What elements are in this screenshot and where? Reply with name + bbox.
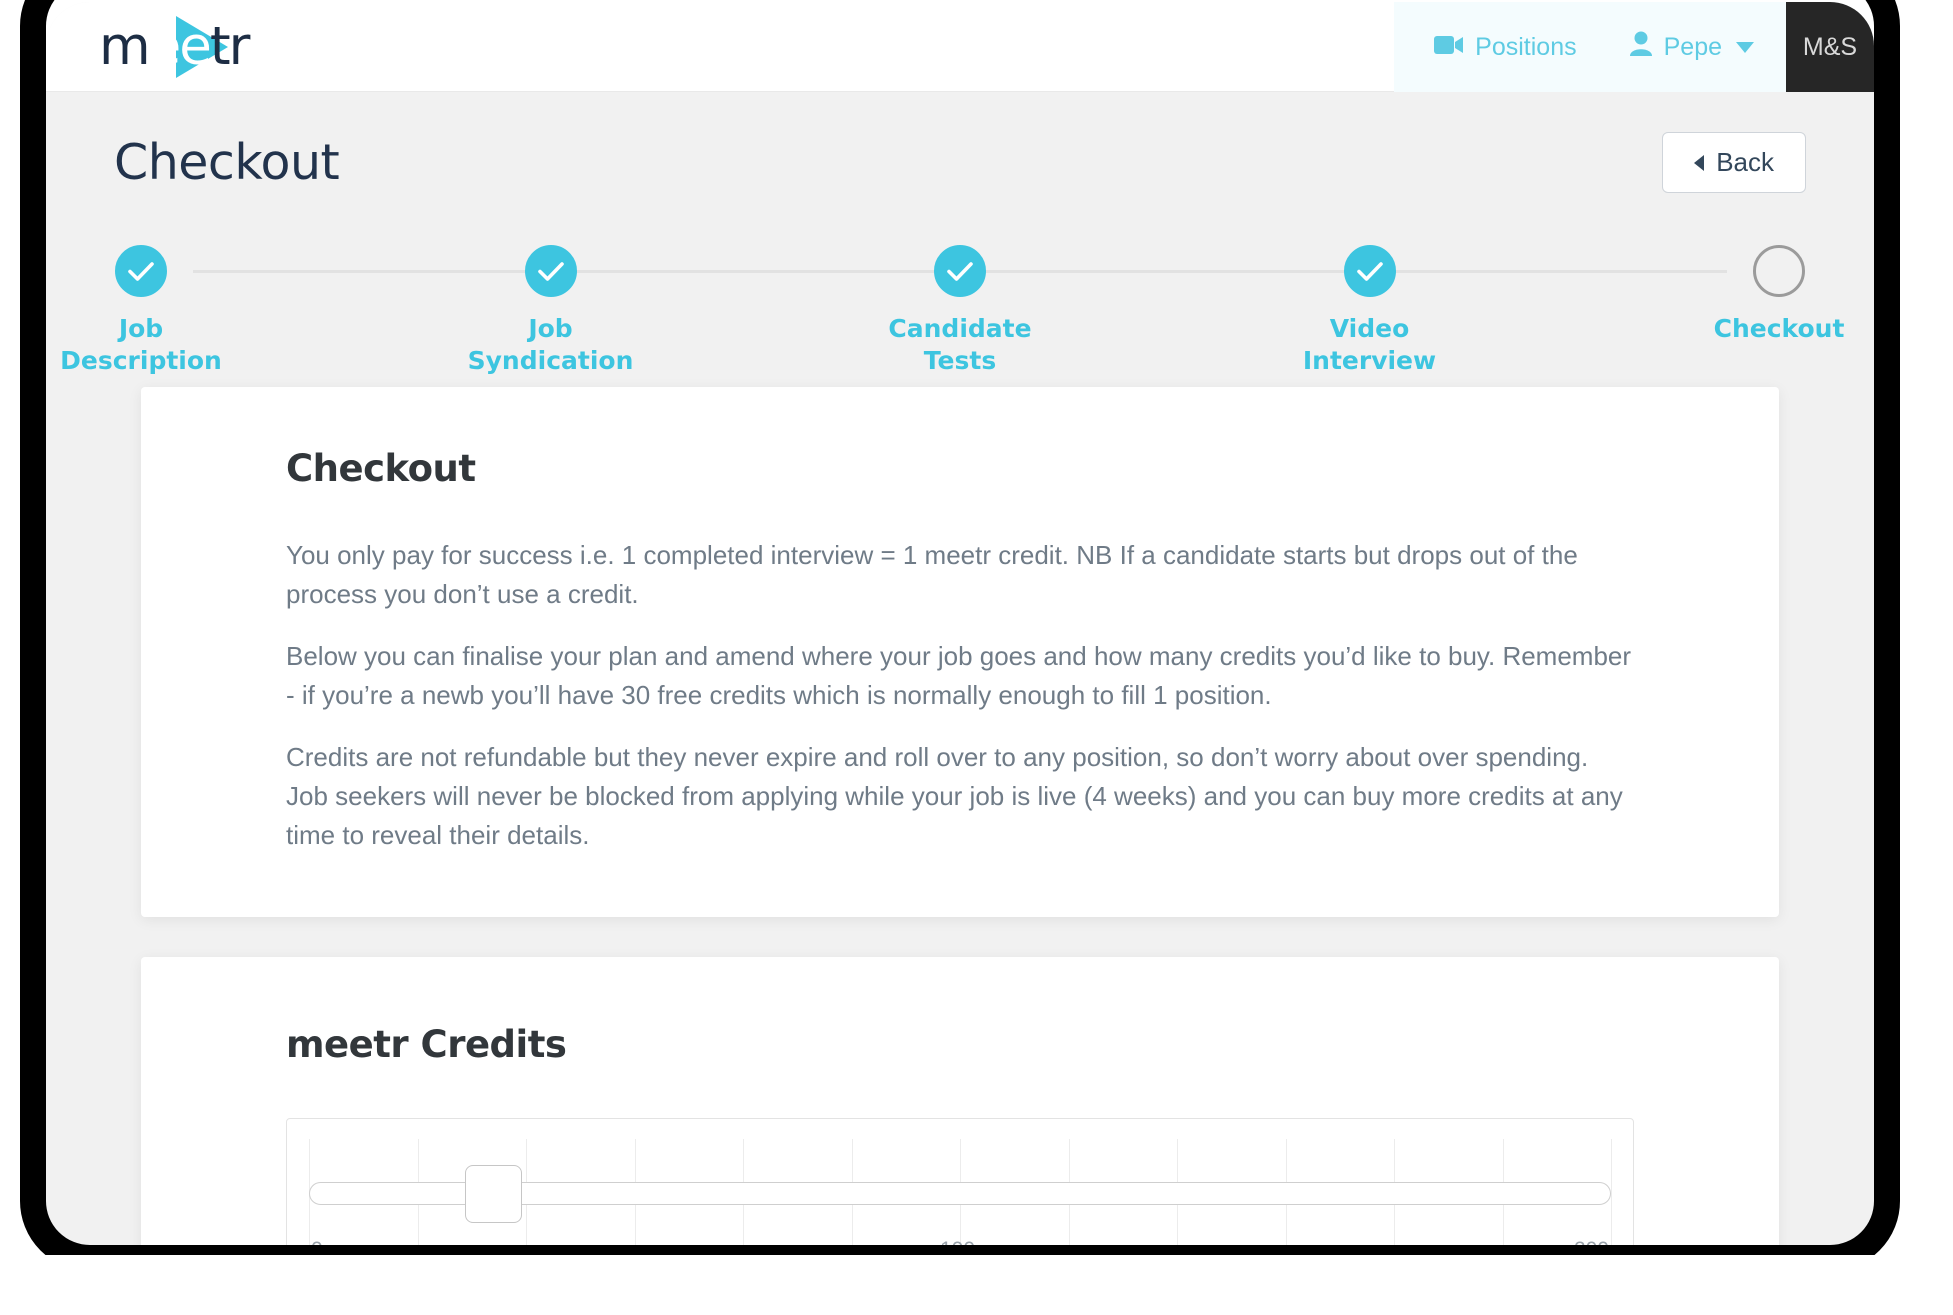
check-icon bbox=[115, 245, 167, 297]
video-camera-icon bbox=[1434, 33, 1464, 62]
brand-letters-ee: ee bbox=[149, 16, 210, 77]
check-icon bbox=[934, 245, 986, 297]
org-badge[interactable]: M&S bbox=[1786, 2, 1874, 92]
progress-stepper: JobDescriptionJobSyndicationCandidateTes… bbox=[141, 245, 1779, 365]
device-bezel: meetr Positions bbox=[0, 0, 1953, 1267]
stepper-step-checkout[interactable]: Checkout bbox=[1664, 245, 1874, 345]
brand-name: meetr bbox=[99, 16, 248, 77]
checkout-info-card: Checkout You only pay for success i.e. 1… bbox=[141, 387, 1779, 917]
credits-slider[interactable]: 0 100 200 bbox=[286, 1118, 1634, 1265]
slider-tick bbox=[1611, 1139, 1612, 1249]
empty-circle-icon bbox=[1753, 245, 1805, 297]
info-paragraph: Below you can finalise your plan and ame… bbox=[286, 637, 1634, 715]
info-paragraph: Credits are not refundable but they neve… bbox=[286, 738, 1634, 855]
nav-user-label: Pepe bbox=[1664, 33, 1722, 62]
stepper-step-job-description[interactable]: JobDescription bbox=[46, 245, 256, 377]
brand-wordmark: meetr bbox=[99, 20, 248, 73]
info-paragraph: You only pay for success i.e. 1 complete… bbox=[286, 536, 1634, 614]
nav-item-positions[interactable]: Positions bbox=[1394, 2, 1602, 92]
slider-handle[interactable] bbox=[465, 1165, 522, 1223]
back-button-label: Back bbox=[1716, 147, 1774, 178]
stepper-step-job-syndication[interactable]: JobSyndication bbox=[436, 245, 666, 377]
meetr-credits-card: meetr Credits 0 100 200 25 Credits £0.00 bbox=[141, 957, 1779, 1265]
nav-item-user-menu[interactable]: Pepe bbox=[1603, 2, 1786, 92]
info-card-body: You only pay for success i.e. 1 complete… bbox=[286, 536, 1634, 855]
stepper-step-video-interview[interactable]: VideoInterview bbox=[1255, 245, 1485, 377]
brand-letters-tr: tr bbox=[210, 16, 249, 77]
nav-positions-label: Positions bbox=[1475, 33, 1576, 62]
stepper-step-label: VideoInterview bbox=[1255, 313, 1485, 377]
chevron-down-icon bbox=[1736, 42, 1754, 53]
page-title: Checkout bbox=[114, 134, 339, 191]
caret-left-icon bbox=[1694, 155, 1704, 171]
back-button[interactable]: Back bbox=[1662, 132, 1806, 193]
info-card-heading: Checkout bbox=[286, 447, 1634, 490]
app-viewport: meetr Positions bbox=[46, 2, 1874, 1265]
brand-logo[interactable]: meetr bbox=[99, 2, 248, 92]
check-icon bbox=[525, 245, 577, 297]
stepper-step-label: JobSyndication bbox=[436, 313, 666, 377]
stepper-step-candidate-tests[interactable]: CandidateTests bbox=[845, 245, 1075, 377]
brand-letter-m: m bbox=[99, 16, 149, 77]
credits-card-heading: meetr Credits bbox=[286, 1023, 1634, 1066]
device-frame-bottom-mask bbox=[0, 1255, 1953, 1315]
check-icon bbox=[1344, 245, 1396, 297]
stepper-step-label: Checkout bbox=[1664, 313, 1874, 345]
person-icon bbox=[1629, 31, 1653, 64]
page-header: Checkout Back bbox=[46, 92, 1874, 193]
stepper-step-label: CandidateTests bbox=[845, 313, 1075, 377]
stepper-step-label: JobDescription bbox=[46, 313, 256, 377]
navbar-right-group: Positions Pepe M&S bbox=[1394, 2, 1874, 92]
top-navbar: meetr Positions bbox=[46, 2, 1874, 92]
